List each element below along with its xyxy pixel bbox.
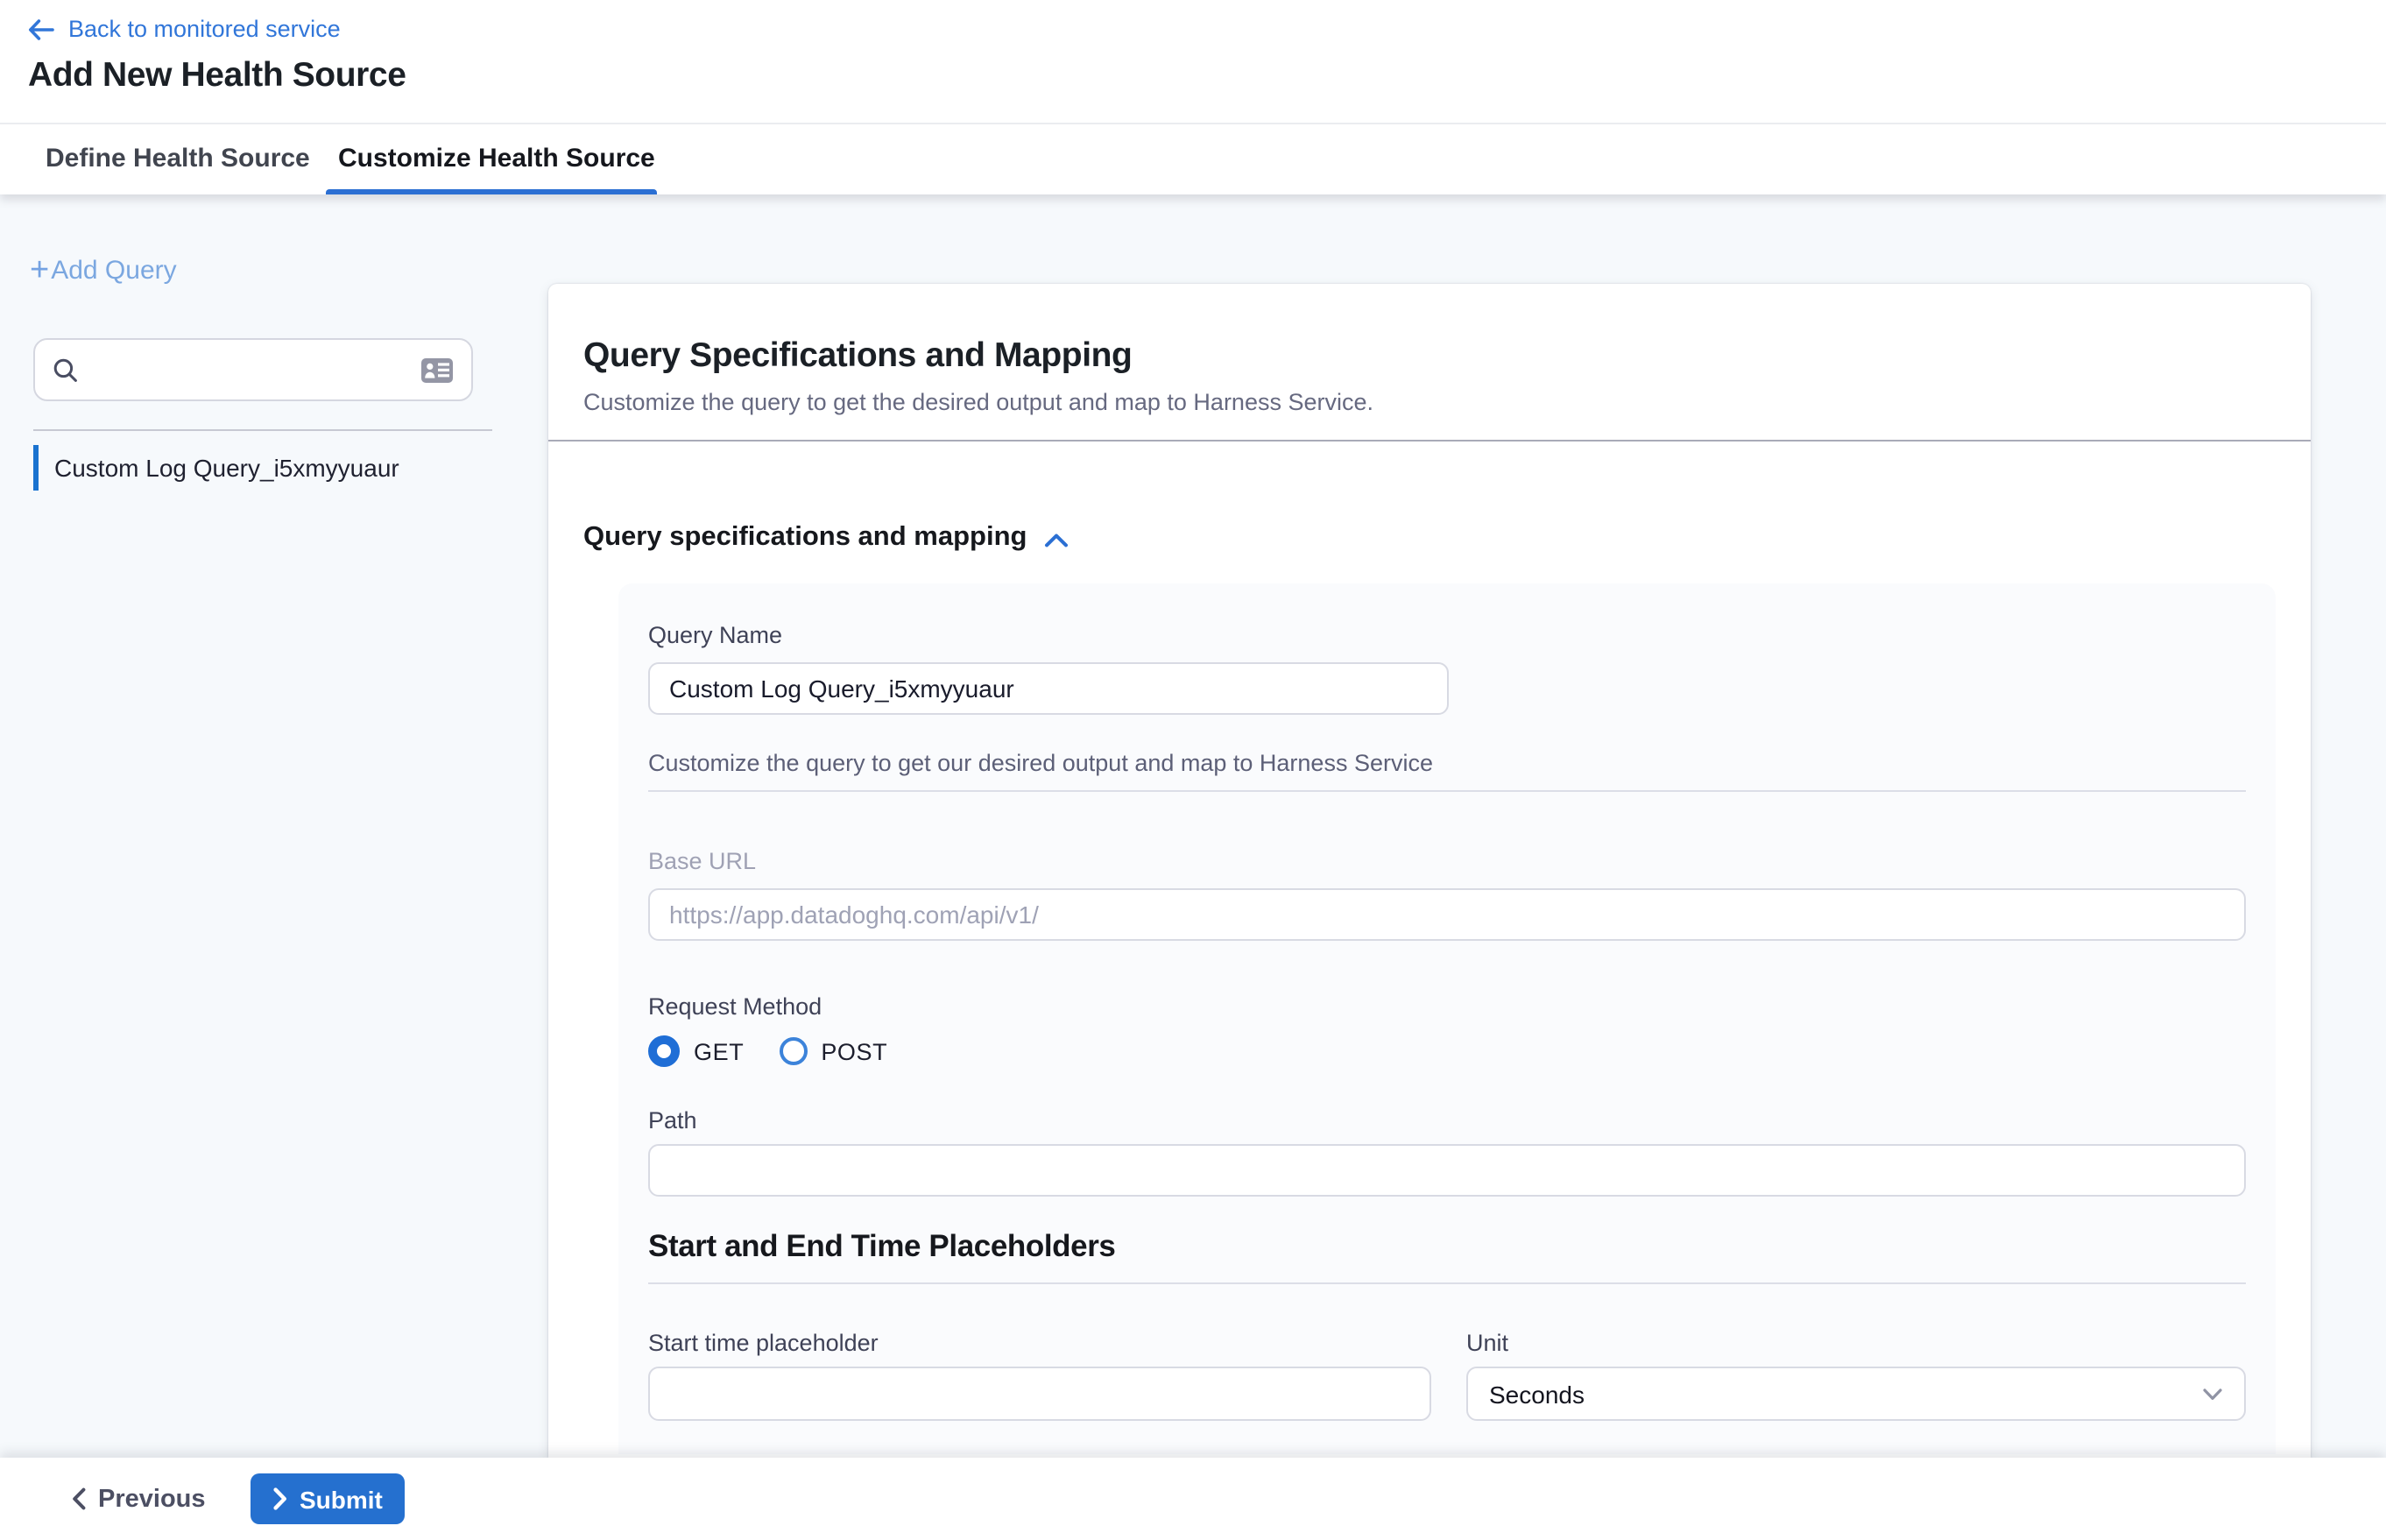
tab-customize-health-source[interactable]: Customize Health Source [338, 124, 655, 194]
query-list-toggle-icon[interactable] [420, 357, 454, 383]
card-subtitle: Customize the query to get the desired o… [583, 389, 2265, 415]
selected-query-indicator [33, 445, 39, 491]
unit-label: Unit [1466, 1330, 2246, 1356]
previous-button-label: Previous [98, 1485, 206, 1513]
sidebar-divider [33, 429, 492, 431]
page-title: Add New Health Source [28, 56, 406, 96]
query-item-label: Custom Log Query_i5xmyyuaur [54, 454, 399, 482]
radio-post[interactable]: POST [779, 1037, 887, 1065]
radio-post-circle [779, 1037, 807, 1065]
query-spec-panel: Query Name Customize the query to get ou… [618, 583, 2276, 1454]
previous-button[interactable]: Previous [72, 1485, 206, 1513]
radio-get-circle [648, 1035, 680, 1067]
card-divider [548, 440, 2311, 442]
chevron-down-icon [2202, 1387, 2223, 1401]
back-link-label: Back to monitored service [68, 16, 341, 42]
request-method-group: GET POST [648, 1034, 2246, 1069]
unit-select[interactable]: Seconds [1466, 1367, 2246, 1421]
chevron-right-icon [273, 1487, 287, 1510]
time-placeholder-row: Start time placeholder Unit Seconds [648, 1330, 2246, 1421]
query-name-helper: Customize the query to get our desired o… [648, 750, 2246, 776]
base-url-input[interactable] [648, 888, 2246, 941]
query-list-item[interactable]: Custom Log Query_i5xmyyuaur [33, 443, 399, 492]
start-time-label: Start time placeholder [648, 1330, 1431, 1356]
section-heading: Query specifications and mapping [583, 522, 1027, 554]
content-area: + Add Query Custom Log Query_i5xmyyuaur [0, 194, 2386, 1458]
page-header: Back to monitored service Add New Health… [0, 0, 2386, 123]
app-window: Back to monitored service Add New Health… [0, 0, 2386, 1540]
footer-bar: Previous Submit [0, 1458, 2386, 1540]
tab-define-health-source[interactable]: Define Health Source [46, 124, 310, 194]
section-heading-row: Query specifications and mapping [583, 522, 2311, 554]
active-tab-indicator [326, 189, 657, 194]
path-label: Path [648, 1107, 2246, 1134]
collapse-section-button[interactable] [1044, 528, 1069, 547]
request-method-label: Request Method [648, 993, 2246, 1020]
radio-post-label: POST [821, 1038, 887, 1064]
query-name-input[interactable] [648, 662, 1449, 715]
query-mapping-card: Query Specifications and Mapping Customi… [548, 284, 2311, 1458]
query-name-label: Query Name [648, 622, 2246, 648]
plus-icon: + [30, 254, 49, 287]
unit-select-value: Seconds [1489, 1380, 1585, 1408]
tab-bar: Define Health Source Customize Health So… [0, 123, 2386, 194]
start-time-input[interactable] [648, 1367, 1431, 1421]
time-placeholders-heading: Start and End Time Placeholders [648, 1228, 2246, 1265]
back-arrow-icon [28, 18, 54, 39]
add-query-label: Add Query [51, 256, 176, 286]
back-link[interactable]: Back to monitored service [28, 16, 341, 42]
radio-get[interactable]: GET [648, 1035, 744, 1067]
search-input[interactable] [93, 356, 406, 384]
add-query-button[interactable]: + Add Query [30, 254, 177, 287]
submit-button-label: Submit [300, 1485, 383, 1513]
radio-get-label: GET [694, 1038, 744, 1064]
submit-button[interactable]: Submit [251, 1473, 406, 1524]
card-title: Query Specifications and Mapping [583, 336, 2265, 377]
chevron-left-icon [72, 1487, 86, 1510]
base-url-label: Base URL [648, 848, 2246, 874]
search-icon [53, 357, 79, 383]
path-input[interactable] [648, 1144, 2246, 1197]
chevron-up-icon [1044, 532, 1069, 547]
card-header: Query Specifications and Mapping Customi… [548, 284, 2311, 415]
query-search-box [33, 338, 473, 401]
